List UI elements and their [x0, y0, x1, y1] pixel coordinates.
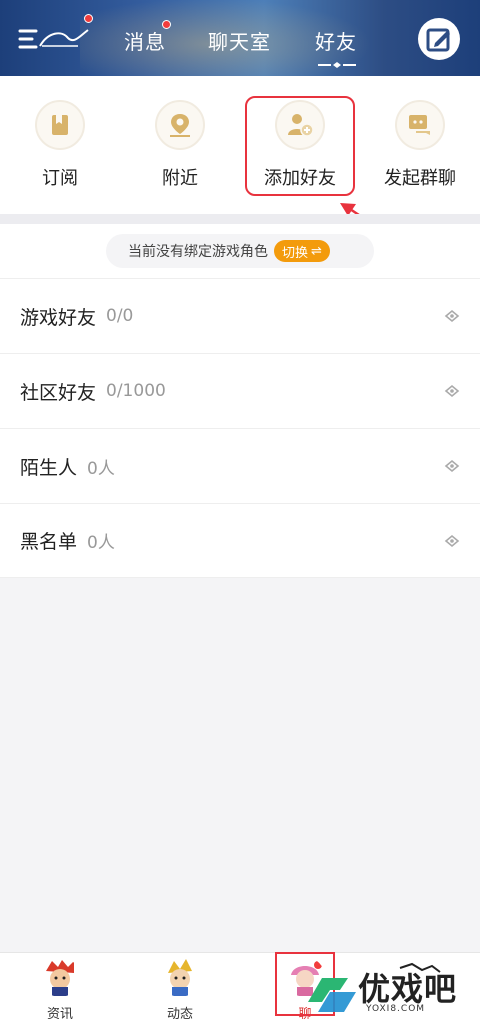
group-name: 陌生人: [20, 456, 78, 479]
switch-arrows-icon: ⇌: [311, 243, 322, 259]
action-subscribe[interactable]: 订阅: [0, 100, 120, 190]
bottom-tab-news[interactable]: 资讯: [30, 957, 90, 1019]
group-row-game-friends[interactable]: 游戏好友 0/0: [0, 278, 480, 353]
feed-avatar-icon: [168, 959, 192, 996]
section-divider: [0, 214, 480, 224]
group-row-blacklist[interactable]: 黑名单 0人: [0, 503, 480, 578]
role-banner: 当前没有绑定游戏角色 切换 ⇌: [106, 234, 374, 268]
news-avatar-icon: [46, 960, 74, 996]
switch-role-label: 切换: [282, 245, 309, 261]
expand-chevron-icon[interactable]: [444, 308, 460, 324]
group-name: 社区好友: [20, 381, 97, 404]
role-banner-area: 当前没有绑定游戏角色 切换 ⇌: [0, 224, 480, 278]
action-subscribe-label: 订阅: [42, 168, 78, 189]
group-row-community-friends[interactable]: 社区好友 0/1000: [0, 353, 480, 428]
bottom-tab-feed-label: 动态: [166, 1007, 193, 1019]
group-count: 0/0: [106, 306, 134, 326]
bottom-tab-feed[interactable]: 动态: [150, 957, 210, 1019]
group-name: 黑名单: [20, 531, 78, 553]
tab-chatroom[interactable]: 聊天室: [208, 26, 271, 55]
active-tab-indicator: [318, 62, 356, 68]
menu-logo-icon[interactable]: [18, 24, 92, 54]
group-count: 0人: [87, 458, 115, 479]
switch-role-button[interactable]: 切换 ⇌: [274, 240, 330, 262]
tab-messages[interactable]: 消息: [124, 26, 166, 55]
friend-groups-list: 游戏好友 0/0 社区好友 0/1000 陌生人 0人 黑名单 0人: [0, 278, 480, 578]
location-pin-icon: [170, 114, 190, 137]
logo-notification-dot: [84, 14, 93, 23]
group-count: 0/1000: [106, 381, 166, 401]
group-count: 0人: [87, 533, 115, 553]
expand-chevron-icon[interactable]: [444, 458, 460, 474]
action-group-chat-label: 发起群聊: [384, 168, 456, 189]
expand-chevron-icon[interactable]: [444, 383, 460, 399]
tab-friends[interactable]: 好友: [315, 26, 357, 55]
watermark-url: YOXI8.COM: [366, 1004, 426, 1014]
edit-icon: [426, 28, 450, 52]
role-banner-text: 当前没有绑定游戏角色: [128, 244, 268, 260]
group-name: 游戏好友: [20, 306, 97, 329]
messages-notification-dot: [162, 20, 171, 29]
action-nearby[interactable]: 附近: [120, 100, 240, 190]
bookmark-icon: [52, 115, 68, 135]
group-row-strangers[interactable]: 陌生人 0人: [0, 428, 480, 503]
top-header: 消息 聊天室 好友: [0, 0, 480, 76]
edit-button[interactable]: [418, 18, 460, 60]
action-nearby-label: 附近: [162, 168, 198, 189]
action-group-chat[interactable]: 发起群聊: [360, 100, 480, 190]
bottom-tab-news-label: 资讯: [46, 1007, 73, 1019]
add-friend-highlight-box: [245, 96, 355, 196]
group-chat-icon: [409, 115, 430, 135]
expand-chevron-icon[interactable]: [444, 533, 460, 549]
